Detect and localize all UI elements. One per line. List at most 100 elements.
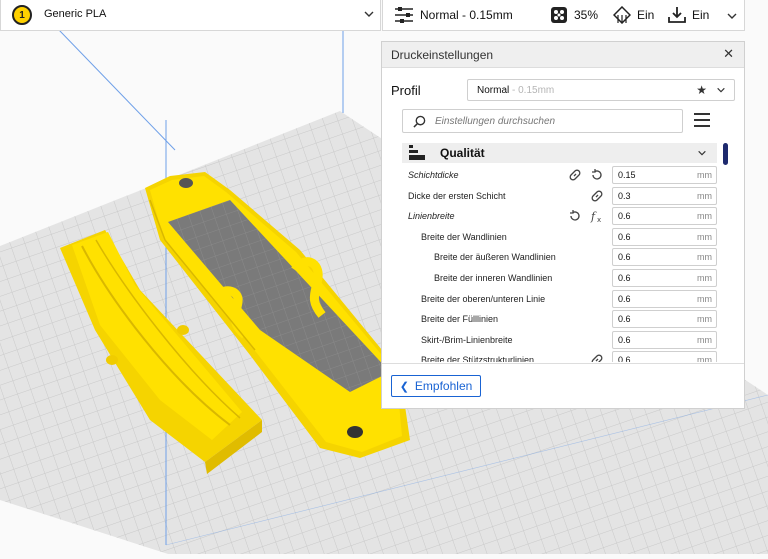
- adhesion-label: Ein: [692, 8, 710, 22]
- setting-row: Breite der oberen/unteren Linie 0.6 mm: [402, 289, 717, 310]
- setting-unit: mm: [697, 231, 712, 242]
- svg-text:f: f: [590, 210, 597, 223]
- setting-unit: mm: [697, 355, 712, 362]
- reset-icon[interactable]: [590, 168, 604, 182]
- setting-label: Breite der Wandlinien: [421, 231, 507, 242]
- setting-row: Schichtdicke 0.15 mm: [402, 166, 717, 186]
- support-summary[interactable]: Ein: [613, 6, 654, 24]
- setting-row: Breite der Wandlinien 0.6 mm: [402, 227, 717, 248]
- link-icon[interactable]: [568, 168, 582, 182]
- setting-label: Breite der Fülllinien: [421, 314, 499, 325]
- scrollbar[interactable]: [723, 143, 728, 165]
- recommended-label: Empfohlen: [414, 379, 473, 393]
- setting-value: 0.6: [618, 231, 631, 242]
- infill-label: 35%: [574, 8, 599, 22]
- setting-label: Breite der Stützstrukturlinien: [421, 355, 535, 362]
- function-icon[interactable]: fx: [590, 209, 604, 224]
- sliders-icon: [395, 7, 413, 23]
- setting-value: 0.15: [618, 170, 636, 180]
- setting-unit: mm: [697, 211, 712, 222]
- setting-value-field[interactable]: 0.6 mm: [612, 330, 717, 349]
- setting-value-field[interactable]: 0.6 mm: [612, 310, 717, 329]
- infill-icon: [551, 7, 567, 23]
- profile-layer-height: - 0.15mm: [512, 85, 555, 96]
- settings-list[interactable]: Qualität Schichtdicke 0.15 mm Dicke der ers…: [402, 143, 718, 362]
- profile-summary-label: Normal - 0.15mm: [420, 8, 513, 22]
- setting-value-field[interactable]: 0.6 mm: [612, 207, 717, 226]
- link-icon[interactable]: [590, 189, 604, 203]
- setting-unit: mm: [697, 334, 712, 345]
- adhesion-summary[interactable]: Ein: [668, 6, 709, 24]
- setting-row: Breite der äußeren Wandlinien 0.6 mm: [402, 248, 717, 268]
- setting-value-field[interactable]: 0.3 mm: [612, 186, 717, 205]
- search-icon: [413, 115, 426, 128]
- panel-footer: ❮ Empfohlen: [382, 363, 744, 408]
- setting-label: Dicke der ersten Schicht: [408, 190, 506, 201]
- print-profile-summary[interactable]: Normal - 0.15mm: [394, 6, 513, 24]
- print-settings-bar[interactable]: Normal - 0.15mm 35% Ein Ein: [382, 0, 745, 31]
- recommended-button[interactable]: ❮ Empfohlen: [391, 375, 481, 397]
- setting-unit: mm: [697, 314, 712, 325]
- setting-value: 0.6: [618, 334, 631, 345]
- setting-row: Linienbreite f x 0.6 mm: [402, 207, 717, 227]
- infill-summary[interactable]: 35%: [550, 6, 598, 24]
- setting-value: 0.6: [618, 273, 631, 283]
- setting-row: Dicke der ersten Schicht 0.3 mm: [402, 186, 717, 207]
- support-label: Ein: [637, 8, 655, 22]
- chevron-left-icon: ❮: [399, 380, 409, 393]
- setting-value-field[interactable]: 0.6 mm: [612, 227, 717, 246]
- setting-label: Breite der äußeren Wandlinien: [434, 252, 556, 263]
- setting-value-field[interactable]: 0.6 mm: [612, 351, 717, 362]
- support-icon: [613, 6, 631, 24]
- setting-unit: mm: [697, 190, 712, 201]
- setting-label: Breite der oberen/unteren Linie: [421, 293, 546, 304]
- material-label: Generic PLA: [44, 8, 107, 20]
- hamburger-menu-icon[interactable]: [694, 113, 710, 127]
- setting-value-field[interactable]: 0.6 mm: [612, 289, 717, 308]
- setting-value-field[interactable]: 0.15 mm: [612, 166, 717, 184]
- profile-dropdown[interactable]: Normal - 0.15mm ★: [467, 79, 735, 101]
- setting-unit: mm: [697, 293, 712, 304]
- settings-search[interactable]: [402, 109, 683, 133]
- setting-unit: mm: [697, 252, 712, 263]
- setting-row: Breite der Fülllinien 0.6 mm: [402, 310, 717, 330]
- search-input[interactable]: [435, 113, 675, 129]
- setting-value: 0.6: [618, 211, 631, 222]
- svg-text:x: x: [597, 216, 601, 223]
- category-label: Qualität: [440, 146, 485, 160]
- close-icon[interactable]: ✕: [723, 46, 734, 62]
- print-settings-panel: Druckeinstellungen ✕ Profil Normal - 0.1…: [381, 41, 745, 409]
- setting-label: Schichtdicke: [408, 170, 459, 180]
- setting-value: 0.6: [618, 252, 631, 263]
- setting-value-field[interactable]: 0.6 mm: [612, 248, 717, 267]
- setting-value: 0.6: [618, 355, 631, 362]
- profile-name: Normal: [477, 85, 510, 96]
- chevron-down-icon: [698, 150, 706, 156]
- setting-label: Breite der inneren Wandlinien: [434, 273, 553, 283]
- setting-value-field[interactable]: 0.6 mm: [612, 269, 717, 287]
- star-icon[interactable]: ★: [696, 83, 707, 97]
- chevron-down-icon: [717, 87, 725, 93]
- setting-row: Breite der Stützstrukturlinien 0.6 mm: [402, 351, 717, 362]
- category-quality[interactable]: Qualität: [402, 143, 717, 163]
- panel-title: Druckeinstellungen: [391, 48, 494, 62]
- setting-value: 0.3: [618, 190, 631, 201]
- extruder-badge: 1: [12, 5, 32, 25]
- reset-icon[interactable]: [568, 209, 582, 223]
- setting-value: 0.6: [618, 314, 631, 325]
- profile-label: Profil: [391, 83, 421, 98]
- setting-unit: mm: [697, 170, 712, 180]
- setting-row: Skirt-/Brim-Linienbreite 0.6 mm: [402, 330, 717, 351]
- setting-value: 0.6: [618, 293, 631, 304]
- chevron-down-icon[interactable]: [726, 10, 738, 22]
- adhesion-icon: [668, 7, 686, 23]
- setting-unit: mm: [697, 273, 712, 283]
- quality-layers-icon: [409, 145, 425, 160]
- setting-row: Breite der inneren Wandlinien 0.6 mm: [402, 269, 717, 289]
- setting-label: Skirt-/Brim-Linienbreite: [421, 334, 513, 345]
- link-icon[interactable]: [590, 353, 604, 362]
- top-bar: 1 Generic PLA Normal - 0.15mm 35% Ein Ei…: [0, 0, 768, 31]
- chevron-down-icon: [364, 11, 374, 17]
- panel-header: Druckeinstellungen ✕: [382, 42, 744, 68]
- material-selector[interactable]: 1 Generic PLA: [0, 0, 381, 31]
